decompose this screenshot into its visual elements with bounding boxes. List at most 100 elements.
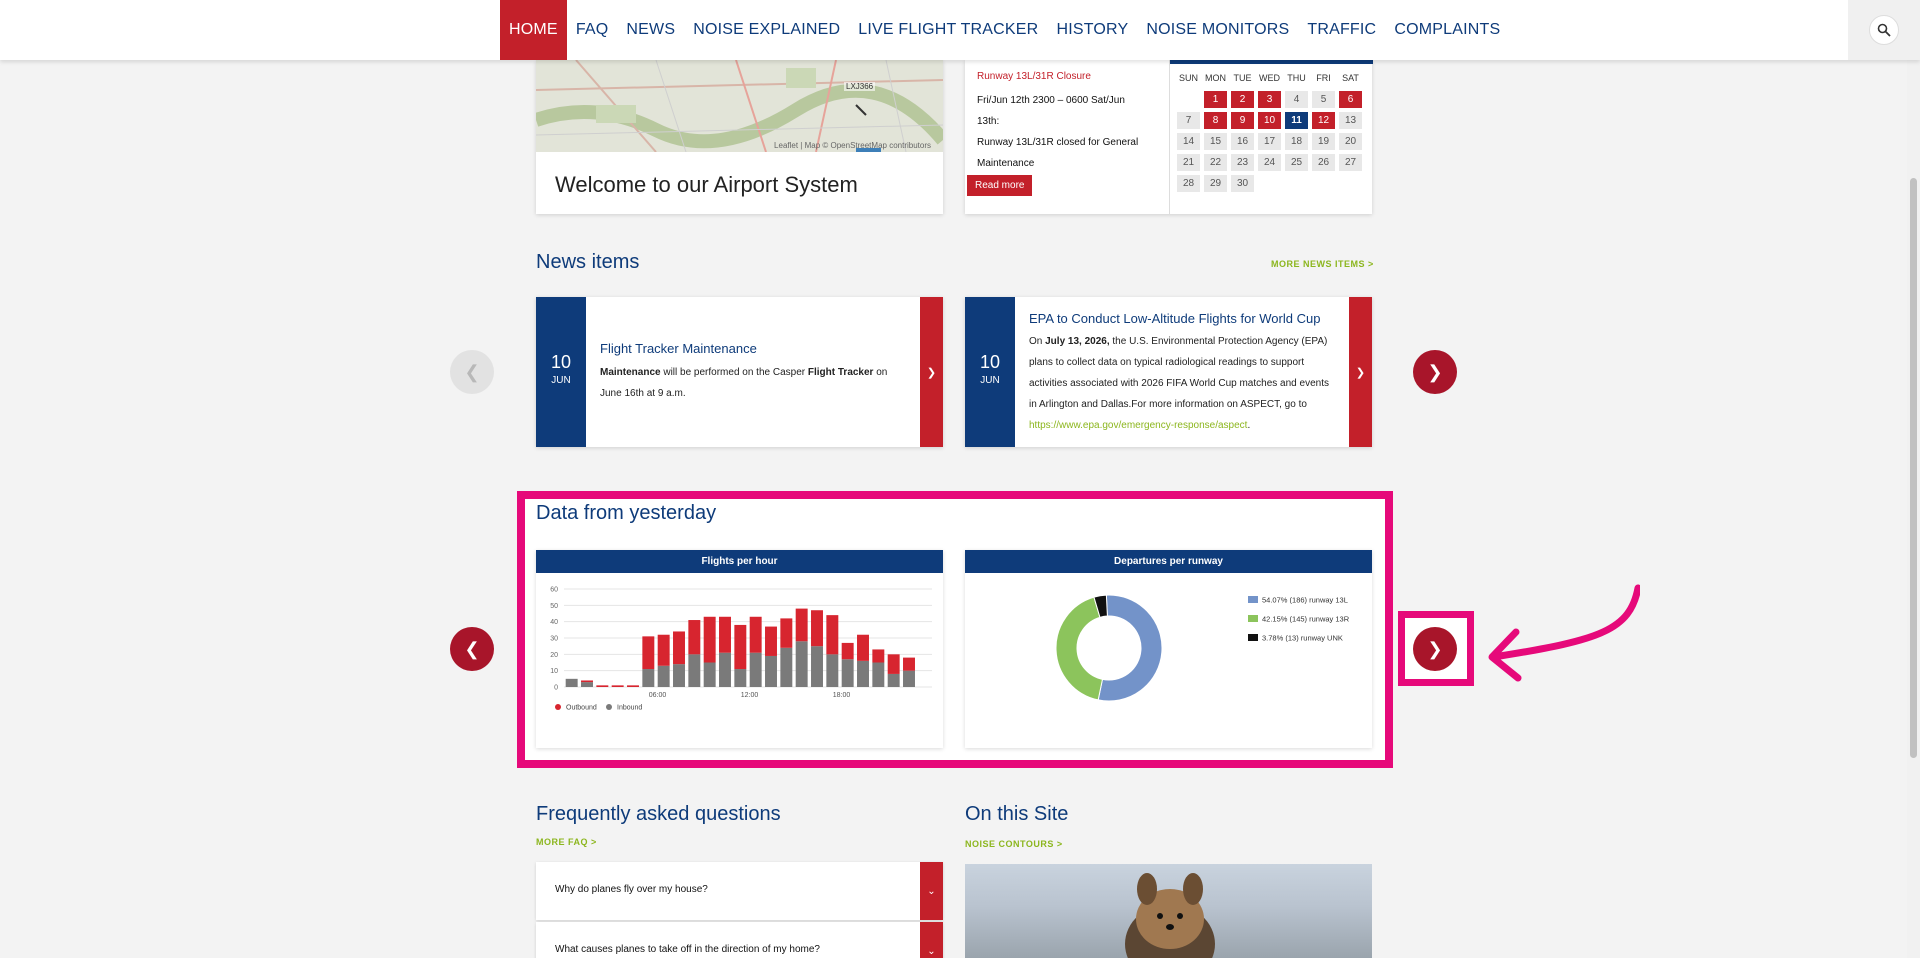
calendar-day[interactable]: 28 — [1177, 175, 1200, 192]
nav-complaints[interactable]: COMPLAINTS — [1385, 0, 1509, 60]
x-tick-label: 12:00 — [741, 692, 759, 699]
news-prev-button[interactable]: ❮ — [450, 350, 494, 394]
read-more-button[interactable]: Read more — [967, 175, 1033, 196]
nav-home[interactable]: HOME — [500, 0, 567, 60]
faq-item[interactable]: What causes planes to take off in the di… — [536, 922, 943, 958]
news-headline[interactable]: Flight Tracker Maintenance — [600, 341, 757, 356]
data-prev-button[interactable]: ❮ — [450, 627, 494, 671]
departures-per-runway-chart[interactable]: 54.07% (186) runway 13L 42.15% (145) runw… — [965, 573, 1372, 748]
nav-faq[interactable]: FAQ — [567, 0, 618, 60]
calendar-day[interactable]: 11 — [1285, 112, 1308, 129]
calendar-day[interactable]: 18 — [1285, 133, 1308, 150]
calendar-day[interactable]: 14 — [1177, 133, 1200, 150]
nav-noise-explained[interactable]: NOISE EXPLAINED — [684, 0, 849, 60]
calendar-day[interactable]: 4 — [1285, 91, 1308, 108]
page-scrollbar[interactable] — [1907, 60, 1920, 958]
calendar-empty-cell — [1285, 175, 1308, 192]
news-date: 10 JUN — [536, 297, 586, 447]
calendar-day[interactable]: 8 — [1204, 112, 1227, 129]
calendar-day[interactable]: 15 — [1204, 133, 1227, 150]
calendar-weekday-header: WED — [1259, 73, 1280, 83]
outbound-bar — [734, 624, 747, 670]
search-icon — [1869, 15, 1899, 45]
legend-label: 42.15% (145) runway 13R — [1262, 615, 1350, 624]
dog-photo[interactable] — [965, 864, 1372, 958]
calendar-day[interactable]: 19 — [1312, 133, 1335, 150]
chevron-right-icon: ❯ — [1355, 366, 1366, 379]
calendar-day[interactable]: 24 — [1258, 154, 1281, 171]
calendar-day[interactable]: 23 — [1231, 154, 1254, 171]
outbound-bar — [872, 649, 885, 663]
calendar-empty-cell — [1339, 175, 1362, 192]
legend-outbound-label: Outbound — [566, 705, 597, 712]
nav-traffic[interactable]: TRAFFIC — [1298, 0, 1385, 60]
calendar-day[interactable]: 12 — [1312, 112, 1335, 129]
y-tick-label: 50 — [550, 603, 558, 610]
chevron-right-icon: ❯ — [1427, 638, 1443, 659]
inbound-bar — [581, 682, 593, 687]
news-month: JUN — [551, 375, 571, 386]
faq-question: What causes planes to take off in the di… — [555, 944, 820, 955]
flights-per-hour-chart[interactable]: 0 10 20 30 40 50 60 06:00 12:00 18:00 Outbound Inbo… — [536, 573, 943, 748]
calendar-day[interactable]: 5 — [1312, 91, 1335, 108]
faq-expand-button[interactable]: ⌄ — [920, 922, 943, 958]
calendar-day[interactable]: 13 — [1339, 112, 1362, 129]
inbound-bar — [857, 660, 869, 687]
calendar-day[interactable]: 25 — [1285, 154, 1308, 171]
noise-contours-link[interactable]: NOISE CONTOURS > — [965, 839, 1063, 849]
calendar-day[interactable]: 30 — [1231, 175, 1254, 192]
calendar-day[interactable]: 20 — [1339, 133, 1362, 150]
calendar-weekday-header: SAT — [1342, 73, 1359, 83]
outbound-bar — [887, 654, 900, 674]
calendar-weekday-header: TUE — [1233, 73, 1252, 83]
calendar-day[interactable]: 10 — [1258, 112, 1281, 129]
news-card-2[interactable]: 10 JUN EPA to Conduct Low-Altitude Fligh… — [965, 297, 1372, 447]
more-news-link[interactable]: MORE NEWS ITEMS > — [1271, 259, 1374, 269]
calendar-day[interactable]: 21 — [1177, 154, 1200, 171]
calendar-day[interactable]: 29 — [1204, 175, 1227, 192]
calendar-day[interactable]: 27 — [1339, 154, 1362, 171]
calendar-day[interactable]: 9 — [1231, 112, 1254, 129]
nav-news[interactable]: NEWS — [617, 0, 684, 60]
calendar-day[interactable]: 26 — [1312, 154, 1335, 171]
news-date: 10 JUN — [965, 297, 1015, 447]
calendar-day[interactable]: 7 — [1177, 112, 1200, 129]
news-text-part: will be performed on the Casper — [660, 367, 808, 378]
outbound-bar — [857, 634, 869, 661]
calendar-day[interactable]: 17 — [1258, 133, 1281, 150]
more-faq-link[interactable]: MORE FAQ > — [536, 837, 597, 847]
faq-item[interactable]: Why do planes fly over my house? ⌄ — [536, 862, 943, 920]
calendar-day[interactable]: 1 — [1204, 91, 1227, 108]
calendar-weekday-header: MON — [1205, 73, 1226, 83]
news-card-1[interactable]: 10 JUN Flight Tracker Maintenance Mainte… — [536, 297, 943, 447]
x-tick-label: 18:00 — [833, 692, 851, 699]
inbound-bar — [826, 654, 839, 687]
news-next-button[interactable]: ❯ — [1413, 350, 1457, 394]
news-text: Maintenance will be performed on the Cas… — [600, 362, 900, 404]
faq-expand-button[interactable]: ⌄ — [920, 862, 943, 920]
inbound-bar — [903, 670, 915, 687]
nav-noise-monitors[interactable]: NOISE MONITORS — [1137, 0, 1298, 60]
chevron-down-icon: ⌄ — [927, 945, 936, 957]
nav-history[interactable]: HISTORY — [1047, 0, 1137, 60]
chevron-left-icon: ❮ — [464, 361, 480, 382]
calendar-day[interactable]: 22 — [1204, 154, 1227, 171]
search-button[interactable] — [1848, 0, 1920, 60]
flight-label[interactable]: LXJ366 — [844, 82, 876, 91]
flight-map[interactable]: LXJ366 Leaflet | Map © OpenStreetMap con… — [536, 60, 943, 152]
calendar-day[interactable]: 2 — [1231, 91, 1254, 108]
nav-live-flight-tracker[interactable]: LIVE FLIGHT TRACKER — [849, 0, 1047, 60]
epa-link[interactable]: https://www.epa.gov/emergency-response/a… — [1029, 420, 1247, 431]
outbound-bar — [765, 626, 777, 656]
news-day: 10 — [979, 352, 1001, 372]
scrollbar-thumb[interactable] — [1910, 178, 1917, 758]
news-open-button[interactable]: ❯ — [1349, 297, 1372, 447]
calendar-day[interactable]: 16 — [1231, 133, 1254, 150]
news-open-button[interactable]: ❯ — [920, 297, 943, 447]
calendar-empty-cell — [1312, 175, 1335, 192]
calendar-weekday-header: SUN — [1178, 73, 1198, 83]
news-headline[interactable]: EPA to Conduct Low-Altitude Flights for … — [1029, 311, 1320, 326]
data-next-button[interactable]: ❯ — [1413, 627, 1457, 671]
calendar-day[interactable]: 6 — [1339, 91, 1362, 108]
calendar-day[interactable]: 3 — [1258, 91, 1281, 108]
